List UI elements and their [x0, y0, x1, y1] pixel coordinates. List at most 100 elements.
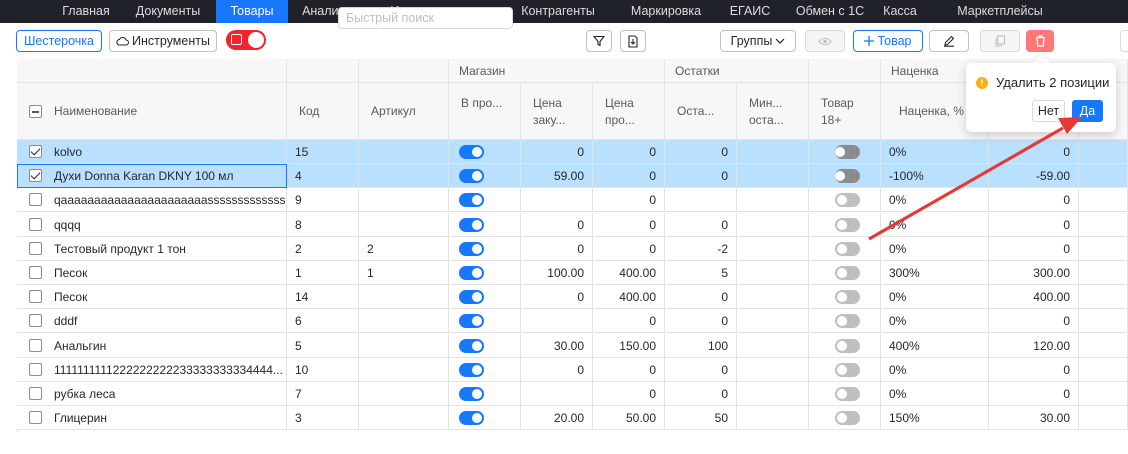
cell-min[interactable]: [737, 382, 809, 406]
table-row[interactable]: kolvo 15 0 0 0 0% 0: [17, 140, 1128, 164]
cell-min[interactable]: [737, 164, 809, 189]
cell-extra[interactable]: [1079, 406, 1128, 431]
row-checkbox[interactable]: [29, 169, 42, 183]
cell-adult[interactable]: [809, 261, 881, 285]
cell-sell[interactable]: 50.00: [593, 406, 665, 431]
in-sale-switch[interactable]: [459, 193, 484, 208]
cell-code[interactable]: 5: [287, 333, 359, 358]
cell-buy[interactable]: 0: [521, 236, 593, 261]
cell-sell[interactable]: 0: [593, 164, 665, 189]
cell-stock[interactable]: 0: [665, 382, 737, 406]
cell-article[interactable]: [359, 212, 449, 237]
cell-code[interactable]: 8: [287, 212, 359, 237]
adult-switch[interactable]: [835, 217, 860, 232]
table-row[interactable]: 1111111111222222222233333333334444... 10 0…: [17, 357, 1128, 382]
row-checkbox[interactable]: [29, 145, 42, 158]
cell-adult[interactable]: [809, 309, 881, 334]
cell-adult[interactable]: [809, 382, 881, 406]
cell-stock[interactable]: 50: [665, 406, 737, 431]
cell-min[interactable]: [737, 236, 809, 261]
cell-adult[interactable]: [809, 285, 881, 310]
column-header-name[interactable]: Наименование: [17, 83, 287, 140]
cell-min[interactable]: [737, 188, 809, 213]
cell-article[interactable]: [359, 140, 449, 164]
in-sale-switch[interactable]: [459, 145, 484, 159]
cell-name[interactable]: рубка леса: [17, 382, 287, 406]
cell-markup-pct[interactable]: 0%: [881, 212, 989, 237]
cell-markup-pct[interactable]: 400%: [881, 333, 989, 358]
cell-extra[interactable]: [1079, 236, 1128, 261]
cell-markup[interactable]: 0: [989, 382, 1079, 406]
cell-min[interactable]: [737, 309, 809, 334]
table-row[interactable]: qaaaaaaaaaaaaaaaaaaaaaassssssssssssss...…: [17, 188, 1128, 213]
table-row[interactable]: Анальгин 5 30.00 150.00 100 400% 120.00: [17, 333, 1128, 358]
in-sale-switch[interactable]: [459, 290, 484, 305]
cell-in-sale[interactable]: [449, 212, 521, 237]
cell-min[interactable]: [737, 357, 809, 382]
cell-min[interactable]: [737, 333, 809, 358]
in-sale-switch[interactable]: [459, 169, 484, 184]
cell-name[interactable]: qqqq: [17, 212, 287, 237]
cell-markup[interactable]: 0: [989, 188, 1079, 213]
cell-markup[interactable]: 30.00: [989, 406, 1079, 431]
column-header-article[interactable]: Артикул: [359, 83, 449, 140]
cell-extra[interactable]: [1079, 333, 1128, 358]
cell-in-sale[interactable]: [449, 309, 521, 334]
cell-extra[interactable]: [1079, 140, 1128, 164]
nav-tab-counterparties[interactable]: Контрагенты: [510, 0, 606, 23]
cell-markup[interactable]: 0: [989, 236, 1079, 261]
cell-sell[interactable]: 0: [593, 188, 665, 213]
cell-markup[interactable]: 300.00: [989, 261, 1079, 285]
row-checkbox[interactable]: [29, 314, 42, 328]
cell-article[interactable]: [359, 406, 449, 431]
cell-sell[interactable]: 0: [593, 357, 665, 382]
cell-article[interactable]: [359, 164, 449, 189]
cell-code[interactable]: 6: [287, 309, 359, 334]
cell-stock[interactable]: 0: [665, 212, 737, 237]
cell-stock[interactable]: [665, 188, 737, 213]
cell-adult[interactable]: [809, 212, 881, 237]
row-checkbox[interactable]: [29, 193, 42, 207]
cell-article[interactable]: 1: [359, 261, 449, 285]
table-row[interactable]: qqqq 8 0 0 0 0% 0: [17, 212, 1128, 237]
select-all-checkbox[interactable]: [29, 105, 42, 118]
table-row[interactable]: dddf 6 0 0 0% 0: [17, 309, 1128, 334]
cell-extra[interactable]: [1079, 285, 1128, 310]
adult-switch[interactable]: [835, 290, 860, 305]
cell-in-sale[interactable]: [449, 164, 521, 189]
cell-buy[interactable]: [521, 188, 593, 213]
cell-stock[interactable]: 5: [665, 261, 737, 285]
cell-code[interactable]: 1: [287, 261, 359, 285]
cell-min[interactable]: [737, 212, 809, 237]
table-row[interactable]: Духи Donna Karan DKNY 100 мл 4 59.00 0 0 -100…: [17, 164, 1128, 189]
cell-markup-pct[interactable]: 0%: [881, 309, 989, 334]
cell-adult[interactable]: [809, 236, 881, 261]
in-sale-switch[interactable]: [459, 362, 484, 377]
cell-in-sale[interactable]: [449, 261, 521, 285]
column-header-min-stock[interactable]: Мин... оста...: [737, 83, 809, 140]
nav-tab-cashbox[interactable]: Касса: [875, 0, 925, 23]
table-row[interactable]: рубка леса 7 0 0 0% 0: [17, 382, 1128, 406]
cell-markup-pct[interactable]: 0%: [881, 236, 989, 261]
add-product-button[interactable]: Товар: [853, 30, 923, 52]
cell-stock[interactable]: 0: [665, 285, 737, 310]
cell-buy[interactable]: 0: [521, 212, 593, 237]
cell-name[interactable]: 1111111111222222222233333333334444...: [17, 357, 287, 382]
groups-dropdown[interactable]: Группы: [720, 30, 796, 52]
cell-in-sale[interactable]: [449, 188, 521, 213]
adult-switch[interactable]: [835, 411, 860, 426]
cell-markup-pct[interactable]: -100%: [881, 164, 989, 189]
nav-tab-marking[interactable]: Маркировка: [621, 0, 711, 23]
cell-stock[interactable]: 0: [665, 357, 737, 382]
cell-sell[interactable]: 150.00: [593, 333, 665, 358]
cell-buy[interactable]: [521, 309, 593, 334]
cell-code[interactable]: 15: [287, 140, 359, 164]
cell-adult[interactable]: [809, 140, 881, 164]
nav-tab-marketplaces[interactable]: Маркетплейсы: [945, 0, 1055, 23]
cell-sell[interactable]: 400.00: [593, 285, 665, 310]
table-row[interactable]: Песок 1 1 100.00 400.00 5 300% 300.00: [17, 261, 1128, 285]
table-row[interactable]: Глицерин 3 20.00 50.00 50 150% 30.00: [17, 406, 1128, 431]
row-checkbox[interactable]: [29, 266, 42, 279]
cell-buy[interactable]: 0: [521, 140, 593, 164]
cell-adult[interactable]: [809, 406, 881, 431]
